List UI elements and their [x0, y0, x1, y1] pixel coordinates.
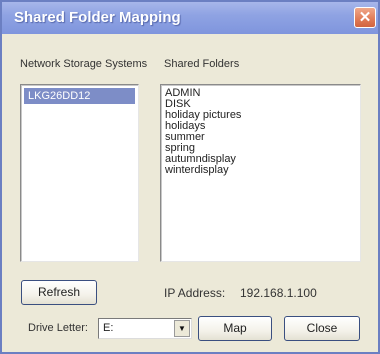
map-button-label: Map: [223, 321, 247, 335]
dialog-window: Shared Folder Mapping ✕ Network Storage …: [0, 0, 380, 354]
close-icon: ✕: [358, 9, 372, 26]
storage-systems-list[interactable]: LKG26DD12: [20, 84, 139, 262]
drive-letter-label: Drive Letter:: [28, 322, 88, 334]
shared-folders-list[interactable]: ADMIN DISK holiday pictures holidays sum…: [160, 84, 361, 262]
storage-item-lkg26dd12[interactable]: LKG26DD12: [24, 88, 135, 104]
map-button[interactable]: Map: [198, 316, 272, 341]
drive-letter-select[interactable]: E: ▼: [98, 318, 192, 339]
folder-item-winterdisplay[interactable]: winterdisplay: [161, 165, 360, 176]
drive-letter-dropdown-button[interactable]: ▼: [174, 320, 190, 337]
drive-letter-value: E:: [103, 322, 114, 334]
refresh-button-label: Refresh: [37, 285, 81, 299]
ip-address-label: IP Address:: [164, 286, 226, 300]
refresh-button[interactable]: Refresh: [21, 280, 97, 305]
close-button[interactable]: Close: [284, 316, 360, 341]
close-button-label: Close: [306, 321, 338, 335]
ip-address-value: 192.168.1.100: [240, 286, 317, 300]
network-storage-label: Network Storage Systems: [20, 58, 148, 70]
window-close-button[interactable]: ✕: [354, 7, 376, 28]
chevron-down-icon: ▼: [178, 324, 186, 333]
shared-folders-label: Shared Folders: [164, 58, 240, 70]
title-bar[interactable]: Shared Folder Mapping ✕: [2, 2, 378, 34]
window-title: Shared Folder Mapping: [14, 9, 181, 26]
